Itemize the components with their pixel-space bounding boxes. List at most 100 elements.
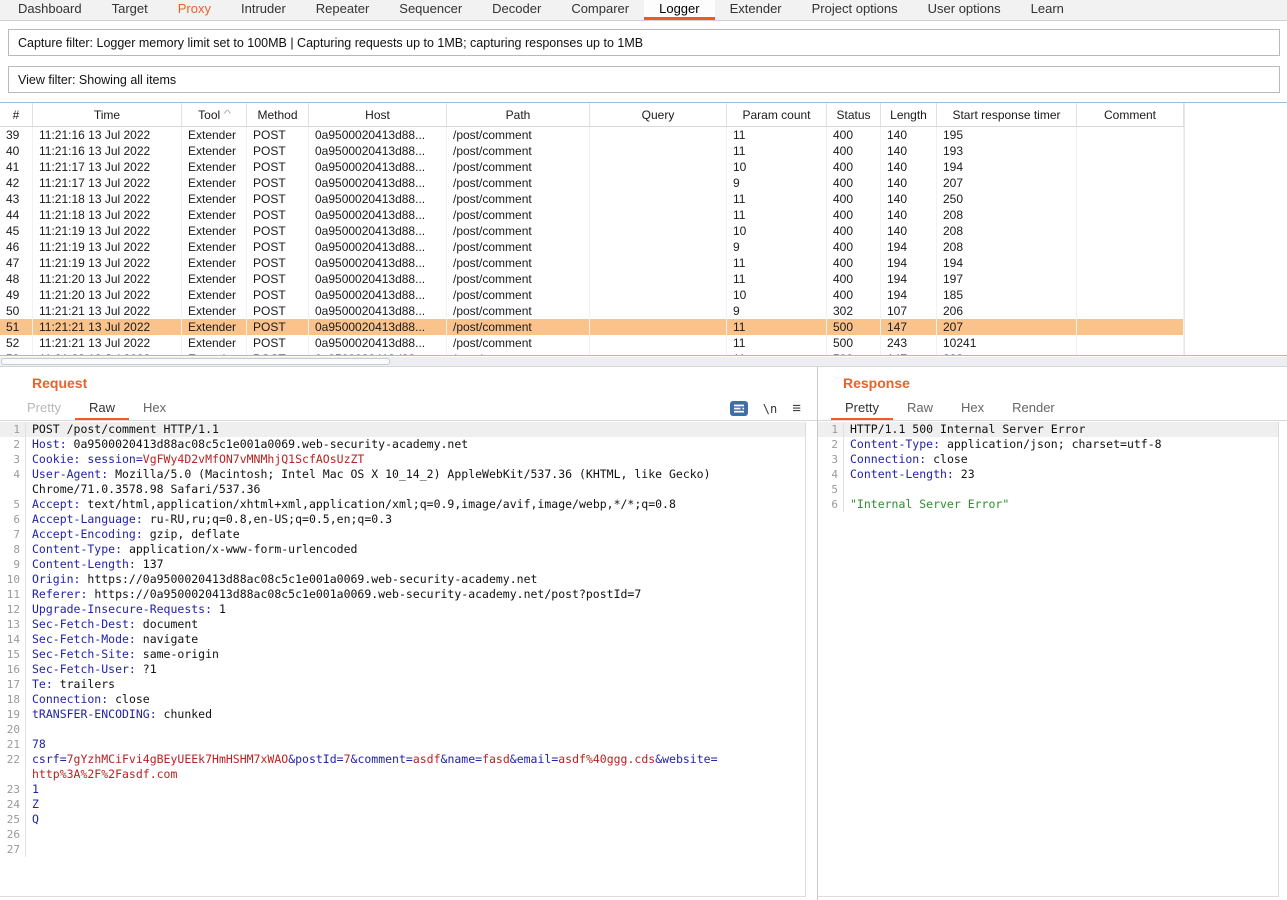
request-tab-pretty[interactable]: Pretty — [13, 397, 75, 420]
tab-extender[interactable]: Extender — [715, 0, 797, 20]
code-line: 4User-Agent: Mozilla/5.0 (Macintosh; Int… — [0, 467, 805, 482]
code-line: 25Q — [0, 812, 805, 827]
column-label: Host — [365, 108, 390, 122]
column-header-tool[interactable]: Tool^ — [182, 103, 247, 126]
cell — [1077, 159, 1184, 175]
log-row-51[interactable]: 5111:21:21 13 Jul 2022ExtenderPOST0a9500… — [0, 319, 1184, 335]
line-content: Te: trailers — [26, 677, 805, 692]
cell: 11 — [727, 255, 827, 271]
column-header-status[interactable]: Status — [827, 103, 881, 126]
cell: 10 — [727, 159, 827, 175]
cell: 50 — [0, 303, 33, 319]
log-row-47[interactable]: 4711:21:19 13 Jul 2022ExtenderPOST0a9500… — [0, 255, 1184, 271]
code-line: 2Content-Type: application/json; charset… — [818, 437, 1278, 452]
tab-project-options[interactable]: Project options — [797, 0, 913, 20]
response-tab-raw[interactable]: Raw — [893, 397, 947, 420]
log-row-40[interactable]: 4011:21:16 13 Jul 2022ExtenderPOST0a9500… — [0, 143, 1184, 159]
cell — [590, 143, 727, 159]
tab-dashboard[interactable]: Dashboard — [3, 0, 97, 20]
line-content: Content-Type: application/json; charset=… — [844, 437, 1278, 452]
tab-intruder[interactable]: Intruder — [226, 0, 301, 20]
column-header-time[interactable]: Time — [33, 103, 182, 126]
line-content: Accept-Encoding: gzip, deflate — [26, 527, 805, 542]
cell: 0a9500020413d88... — [309, 255, 447, 271]
show-newlines-icon[interactable]: \n — [763, 402, 777, 416]
column-header-host[interactable]: Host — [309, 103, 447, 126]
code-line: 7Accept-Encoding: gzip, deflate — [0, 527, 805, 542]
log-row-48[interactable]: 4811:21:20 13 Jul 2022ExtenderPOST0a9500… — [0, 271, 1184, 287]
cell: 11:21:17 13 Jul 2022 — [33, 159, 182, 175]
capture-filter-bar[interactable]: Capture filter: Logger memory limit set … — [8, 29, 1280, 56]
cell: 9 — [727, 239, 827, 255]
tab-proxy[interactable]: Proxy — [163, 0, 226, 20]
column-label: Status — [836, 108, 870, 122]
cell: 0a9500020413d88... — [309, 287, 447, 303]
log-row-53[interactable]: 5311:21:22 13 Jul 2022ExtenderPOST0a9500… — [0, 351, 1184, 356]
cell: 500 — [827, 319, 881, 335]
cell: /post/comment — [447, 287, 590, 303]
column-header-param-count[interactable]: Param count — [727, 103, 827, 126]
cell — [1077, 143, 1184, 159]
code-line: 5 — [818, 482, 1278, 497]
line-number: 11 — [0, 587, 26, 602]
log-row-43[interactable]: 4311:21:18 13 Jul 2022ExtenderPOST0a9500… — [0, 191, 1184, 207]
editor-menu-icon[interactable]: ≡ — [792, 400, 801, 417]
format-icon[interactable] — [730, 401, 748, 416]
code-line: 16Sec-Fetch-User: ?1 — [0, 662, 805, 677]
cell: 400 — [827, 159, 881, 175]
request-tabbar: PrettyRawHex \n ≡ — [0, 397, 817, 421]
cell: POST — [247, 319, 309, 335]
tab-user-options[interactable]: User options — [913, 0, 1016, 20]
response-tab-render[interactable]: Render — [998, 397, 1069, 420]
request-editor[interactable]: 1POST /post/comment HTTP/1.12Host: 0a950… — [0, 422, 806, 897]
tab-sequencer[interactable]: Sequencer — [384, 0, 477, 20]
capture-filter-text: Capture filter: Logger memory limit set … — [18, 36, 643, 50]
request-tab-hex[interactable]: Hex — [129, 397, 180, 420]
line-content: User-Agent: Mozilla/5.0 (Macintosh; Inte… — [26, 467, 805, 482]
line-number: 25 — [0, 812, 26, 827]
response-editor[interactable]: 1HTTP/1.1 500 Internal Server Error2Cont… — [818, 422, 1279, 897]
column-header-start-response-timer[interactable]: Start response timer — [937, 103, 1077, 126]
code-line: 1POST /post/comment HTTP/1.1 — [0, 422, 805, 437]
cell: 0a9500020413d88... — [309, 127, 447, 143]
cell: 140 — [881, 207, 937, 223]
cell: 185 — [937, 287, 1077, 303]
column-header-method[interactable]: Method — [247, 103, 309, 126]
tab-decoder[interactable]: Decoder — [477, 0, 556, 20]
cell: 10 — [727, 287, 827, 303]
horizontal-splitter[interactable] — [0, 357, 1287, 367]
log-row-44[interactable]: 4411:21:18 13 Jul 2022ExtenderPOST0a9500… — [0, 207, 1184, 223]
cell: Extender — [182, 191, 247, 207]
cell: 197 — [937, 271, 1077, 287]
tab-logger[interactable]: Logger — [644, 0, 714, 20]
tab-learn[interactable]: Learn — [1016, 0, 1079, 20]
cell: POST — [247, 143, 309, 159]
cell: POST — [247, 271, 309, 287]
tab-repeater[interactable]: Repeater — [301, 0, 384, 20]
log-row-50[interactable]: 5011:21:21 13 Jul 2022ExtenderPOST0a9500… — [0, 303, 1184, 319]
cell: 10 — [727, 223, 827, 239]
tab-target[interactable]: Target — [97, 0, 163, 20]
cell: 400 — [827, 127, 881, 143]
log-row-46[interactable]: 4611:21:19 13 Jul 2022ExtenderPOST0a9500… — [0, 239, 1184, 255]
log-row-52[interactable]: 5211:21:21 13 Jul 2022ExtenderPOST0a9500… — [0, 335, 1184, 351]
line-content: Referer: https://0a9500020413d88ac08c5c1… — [26, 587, 805, 602]
request-tab-raw[interactable]: Raw — [75, 397, 129, 420]
response-tab-hex[interactable]: Hex — [947, 397, 998, 420]
log-row-49[interactable]: 4911:21:20 13 Jul 2022ExtenderPOST0a9500… — [0, 287, 1184, 303]
log-row-41[interactable]: 4111:21:17 13 Jul 2022ExtenderPOST0a9500… — [0, 159, 1184, 175]
log-row-39[interactable]: 3911:21:16 13 Jul 2022ExtenderPOST0a9500… — [0, 127, 1184, 143]
log-row-45[interactable]: 4511:21:19 13 Jul 2022ExtenderPOST0a9500… — [0, 223, 1184, 239]
sort-ascending-icon: ^ — [224, 109, 232, 120]
column-header-length[interactable]: Length — [881, 103, 937, 126]
tab-comparer[interactable]: Comparer — [556, 0, 644, 20]
column-header-path[interactable]: Path — [447, 103, 590, 126]
log-row-42[interactable]: 4211:21:17 13 Jul 2022ExtenderPOST0a9500… — [0, 175, 1184, 191]
view-filter-bar[interactable]: View filter: Showing all items — [8, 66, 1280, 93]
response-tab-pretty[interactable]: Pretty — [831, 397, 893, 420]
column-header-comment[interactable]: Comment — [1077, 103, 1184, 126]
column-header-query[interactable]: Query — [590, 103, 727, 126]
column-header-number[interactable]: # — [0, 103, 33, 126]
cell: 0a9500020413d88... — [309, 207, 447, 223]
horizontal-scrollbar-thumb[interactable] — [1, 358, 390, 365]
